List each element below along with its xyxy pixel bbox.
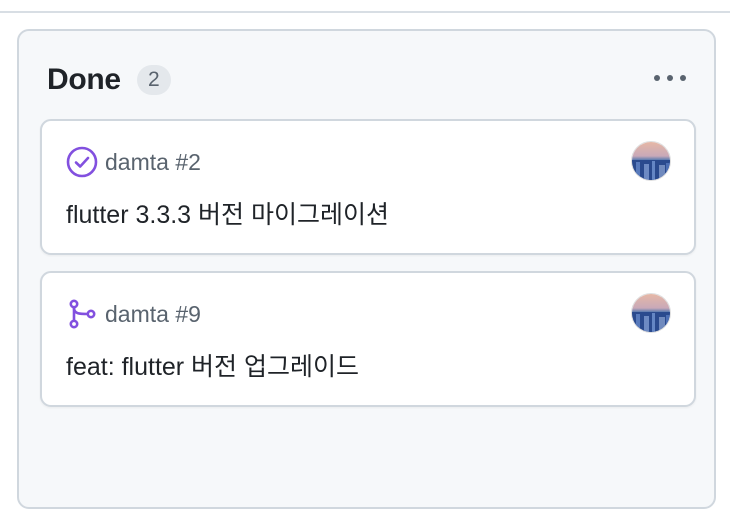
column-count-badge: 2 (136, 65, 171, 95)
kebab-horizontal-icon (654, 75, 686, 81)
column-title: Done (47, 63, 121, 96)
git-branch-icon (65, 297, 99, 331)
card-reference[interactable]: damta #2 (105, 149, 201, 176)
column-header: Done 2 (47, 63, 171, 97)
assignee-avatar[interactable] (631, 141, 671, 181)
top-bar (0, 0, 730, 13)
card-meta: damta #9 (65, 297, 201, 331)
column-menu-button[interactable] (650, 65, 690, 91)
issue-card[interactable]: damta #2 flutter 3.3.3 버전 마이그레이션 (40, 119, 696, 255)
card-title[interactable]: flutter 3.3.3 버전 마이그레이션 (66, 195, 389, 231)
check-circle-icon (65, 145, 99, 179)
card-reference[interactable]: damta #9 (105, 301, 201, 328)
board-column-done: Done 2 damta #2 flutter 3.3.3 버전 마이그레이션 (17, 29, 716, 509)
pull-request-card[interactable]: damta #9 feat: flutter 버전 업그레이드 (40, 271, 696, 407)
assignee-avatar[interactable] (631, 293, 671, 333)
card-title[interactable]: feat: flutter 버전 업그레이드 (66, 347, 359, 383)
card-meta: damta #2 (65, 145, 201, 179)
